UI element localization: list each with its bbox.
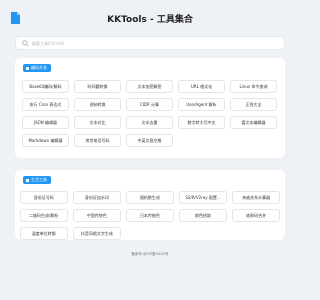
tool-color-picker[interactable]: 颜色拾取 bbox=[179, 209, 227, 222]
search-bar[interactable] bbox=[15, 36, 285, 50]
header: KKTools - 工具集合 bbox=[0, 8, 300, 32]
section-badge-dev: 编码开发 bbox=[23, 64, 51, 72]
tool-rich-text[interactable]: 富文本编辑器 bbox=[230, 116, 277, 129]
tool-random-number[interactable]: 随机数生成 bbox=[126, 191, 174, 204]
dev-tools-card: 编码开发 Base64编码/解码 时间戳转换 文本加密解密 URL 格式化 Li… bbox=[15, 58, 285, 158]
tool-markdown[interactable]: Markdown 编辑器 bbox=[22, 134, 69, 147]
section-title-life: 生活工具 bbox=[31, 177, 47, 182]
tool-text-diff[interactable]: 文本对比 bbox=[74, 116, 121, 129]
life-tools-card: 生活工具 身份证号码 身份证加水印 随机数生成 SS/R/V2ray 配置...… bbox=[15, 170, 285, 240]
grid-icon bbox=[26, 178, 29, 182]
tool-jp-colors[interactable]: 日本传统色 bbox=[126, 209, 174, 222]
page-title: KKTools - 工具集合 bbox=[107, 15, 193, 25]
tool-id-watermark[interactable]: 身份证加水印 bbox=[73, 191, 121, 204]
tool-phone[interactable]: 房贷电话号码 bbox=[74, 134, 121, 147]
tool-douyin-text[interactable]: 抖音风格文字生成 bbox=[73, 227, 121, 240]
tool-relative-calc[interactable]: 亲戚关系计算器 bbox=[232, 191, 280, 204]
tool-qrcode[interactable]: 二维码生成/解析 bbox=[20, 209, 68, 222]
tool-linux-cmd[interactable]: Linux 命令查询 bbox=[230, 80, 277, 93]
section-badge-life: 生活工具 bbox=[23, 176, 51, 184]
search-input[interactable] bbox=[32, 38, 272, 49]
section-title-dev: 编码开发 bbox=[31, 65, 47, 70]
tool-json-editor[interactable]: JSON 编辑器 bbox=[22, 116, 69, 129]
tool-base64[interactable]: Base64编码/解码 bbox=[22, 80, 69, 93]
tool-text-encrypt[interactable]: 文本加密解密 bbox=[126, 80, 173, 93]
tool-cidr[interactable]: CIDR 计算 bbox=[126, 98, 173, 111]
tool-cron[interactable]: 执行 Cron 表达式 bbox=[22, 98, 69, 111]
life-tools-grid: 身份证号码 身份证加水印 随机数生成 SS/R/V2ray 配置... 亲戚关系… bbox=[20, 191, 280, 240]
tool-url-format[interactable]: URL 格式化 bbox=[178, 80, 225, 93]
dev-tools-grid: Base64编码/解码 时间戳转换 文本加密解密 URL 格式化 Linux 命… bbox=[22, 80, 278, 147]
tool-base-convert[interactable]: 进制转换 bbox=[74, 98, 121, 111]
tool-cn-en-space[interactable]: 中英文段空格 bbox=[126, 134, 173, 147]
tool-regex[interactable]: 正则大全 bbox=[230, 98, 277, 111]
tool-text-dedupe[interactable]: 文本去重 bbox=[126, 116, 173, 129]
tool-timestamp[interactable]: 时间戳转换 bbox=[74, 80, 121, 93]
tool-payment-merge[interactable]: 收款码合并 bbox=[232, 209, 280, 222]
tool-cn-colors[interactable]: 中国传统色 bbox=[73, 209, 121, 222]
footer-text[interactable]: 备案号:京ICP备XXXX号 bbox=[0, 252, 300, 257]
tool-proxy-config[interactable]: SS/R/V2ray 配置... bbox=[179, 191, 227, 204]
grid-icon bbox=[26, 66, 29, 70]
tool-id-card[interactable]: 身份证号码 bbox=[20, 191, 68, 204]
tool-useragent[interactable]: UserAgent 解析 bbox=[178, 98, 225, 111]
tool-number-chinese[interactable]: 数字转大写中文 bbox=[178, 116, 225, 129]
search-icon bbox=[22, 40, 29, 47]
tool-temperature[interactable]: 温度单位转换 bbox=[20, 227, 68, 240]
